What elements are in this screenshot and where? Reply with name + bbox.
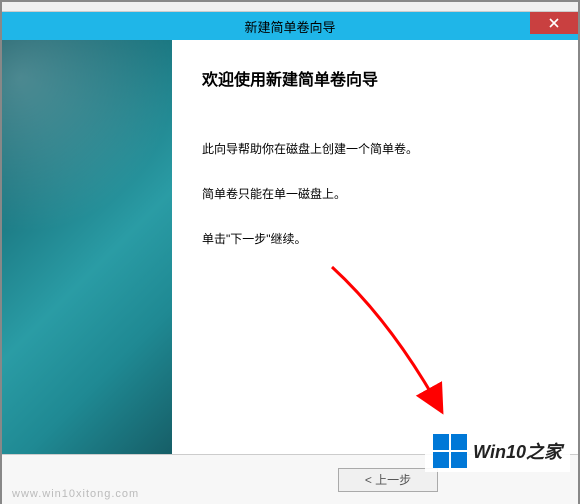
watermark: Win10之家 [425,430,570,472]
wizard-para-1: 此向导帮助你在磁盘上创建一个简单卷。 [202,140,548,157]
close-icon [549,16,559,30]
wizard-content: 欢迎使用新建简单卷向导 此向导帮助你在磁盘上创建一个简单卷。 简单卷只能在单一磁… [172,40,578,454]
wizard-sidebar-graphic [2,40,172,454]
wizard-heading: 欢迎使用新建简单卷向导 [202,66,548,90]
titlebar: 新建简单卷向导 [2,12,578,40]
back-button[interactable]: < 上一步 [338,468,438,492]
wizard-body: 欢迎使用新建简单卷向导 此向导帮助你在磁盘上创建一个简单卷。 简单卷只能在单一磁… [2,40,578,454]
window-title: 新建简单卷向导 [244,17,335,36]
back-button-label: < 上一步 [365,471,411,488]
top-edge-strip [2,2,578,12]
watermark-text: Win10之家 [473,438,562,464]
windows-logo-icon [433,434,467,468]
wizard-para-3: 单击"下一步"继续。 [202,230,548,247]
wizard-para-2: 简单卷只能在单一磁盘上。 [202,185,548,202]
watermark-url: www.win10xitong.com [12,488,139,500]
close-button[interactable] [530,12,578,34]
